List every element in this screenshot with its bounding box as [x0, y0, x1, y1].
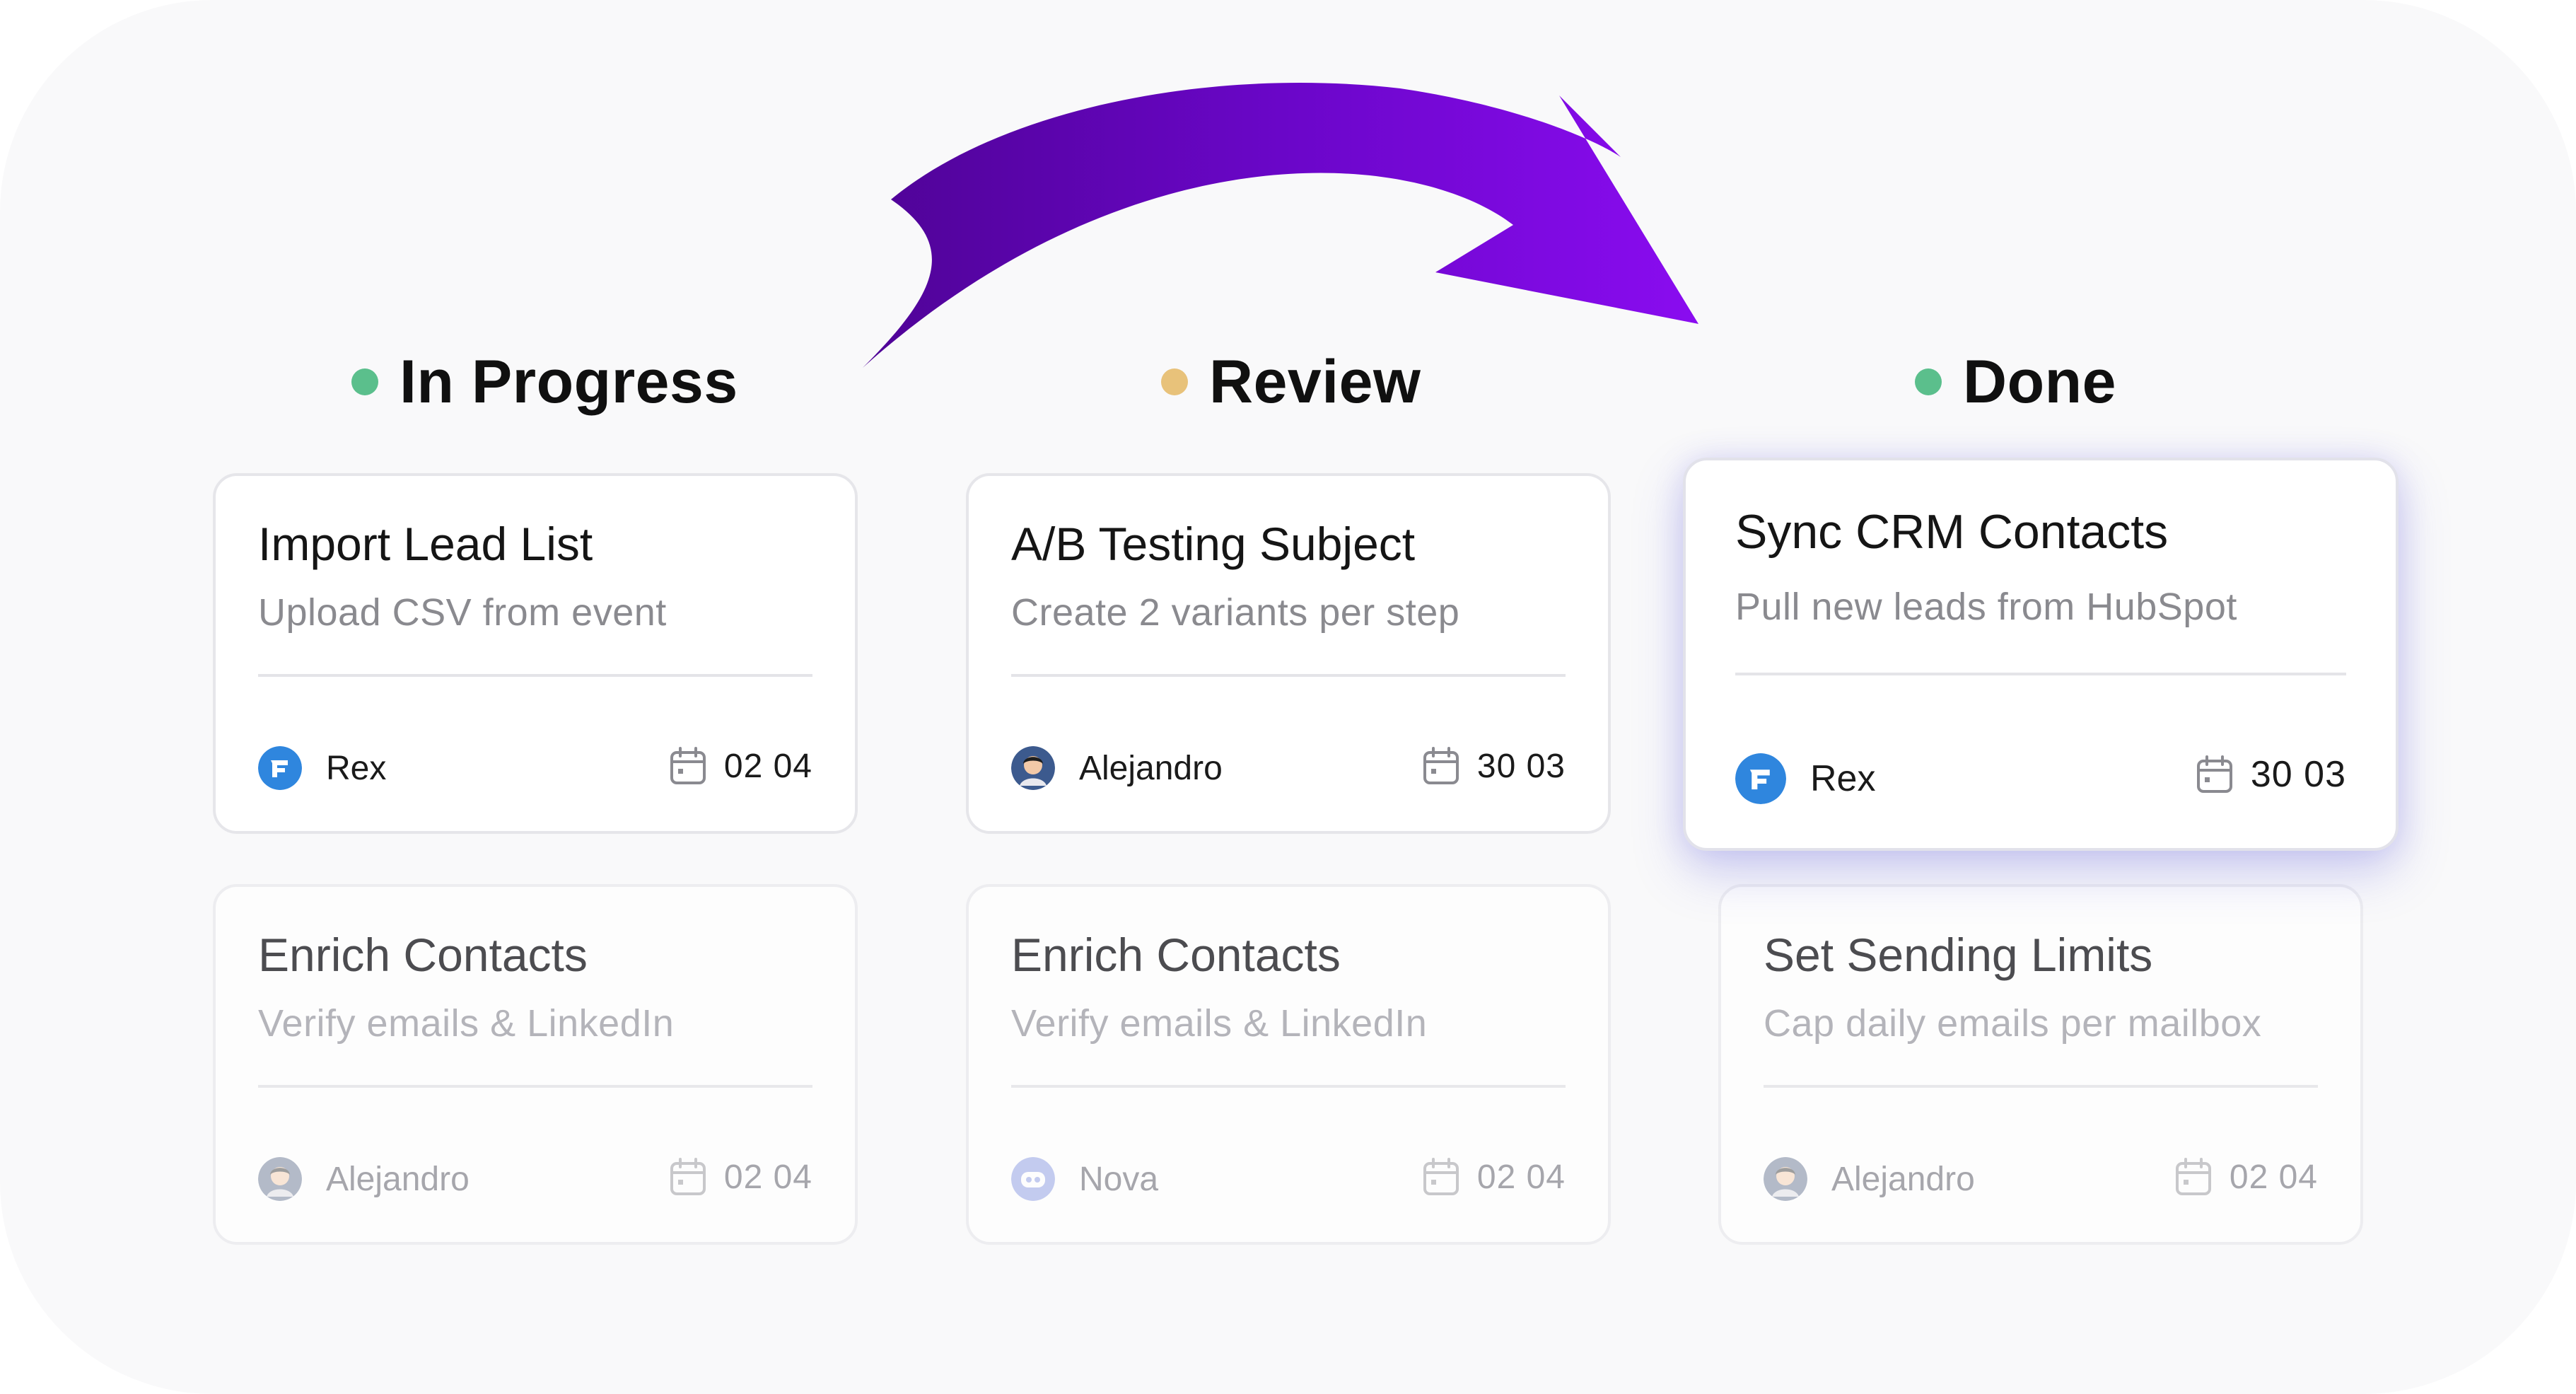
calendar-icon	[1423, 1158, 1459, 1195]
card-divider	[258, 674, 812, 677]
card-title: Import Lead List	[258, 518, 593, 570]
card-divider	[1011, 1085, 1566, 1088]
kanban-board: In Progress Review Done Import Lead List…	[0, 0, 2576, 1394]
card-due-date: 02 04	[2174, 1157, 2318, 1197]
column-header-done: Done	[1915, 339, 2116, 424]
card-due-date: 02 04	[1422, 1157, 1566, 1197]
assignee-name: Rex	[326, 749, 387, 787]
person-avatar-icon	[1764, 1157, 1807, 1201]
status-dot	[1915, 368, 1942, 395]
column-title: Done	[1963, 347, 2116, 416]
card-assignee[interactable]: Alejandro	[258, 1157, 470, 1201]
card-subtitle: Verify emails & LinkedIn	[1011, 1002, 1428, 1045]
card-subtitle: Pull new leads from HubSpot	[1735, 586, 2237, 628]
card-due-date: 30 03	[2196, 753, 2346, 796]
card-divider	[1011, 674, 1566, 677]
card-subtitle: Create 2 variants per step	[1011, 591, 1460, 634]
date-text: 02 04	[723, 1158, 812, 1196]
column-title: Review	[1209, 347, 1421, 416]
card-assignee[interactable]: Rex	[1735, 753, 1875, 804]
card-title: Enrich Contacts	[258, 929, 588, 981]
card-divider	[1735, 673, 2346, 675]
card-subtitle: Verify emails & LinkedIn	[258, 1002, 675, 1045]
card-assignee[interactable]: Alejandro	[1764, 1157, 1975, 1201]
nova-logo-icon	[1011, 1157, 1055, 1201]
assignee-name: Alejandro	[1831, 1160, 1975, 1198]
task-card[interactable]: Set Sending Limits Cap daily emails per …	[1718, 884, 2363, 1245]
task-card[interactable]: Enrich Contacts Verify emails & LinkedIn…	[966, 884, 1611, 1245]
column-title: In Progress	[400, 347, 738, 416]
card-assignee[interactable]: Rex	[258, 746, 386, 790]
status-dot	[351, 368, 378, 395]
person-avatar-icon	[1011, 746, 1055, 790]
card-divider	[258, 1085, 812, 1088]
card-divider	[1764, 1085, 2318, 1088]
status-dot	[1161, 368, 1188, 395]
card-due-date: 02 04	[669, 1157, 812, 1197]
assignee-name: Alejandro	[326, 1160, 470, 1198]
assignee-name: Rex	[1810, 758, 1876, 799]
card-due-date: 30 03	[1422, 746, 1566, 786]
date-text: 02 04	[1476, 1158, 1566, 1196]
person-avatar-icon	[258, 1157, 302, 1201]
card-title: Set Sending Limits	[1764, 929, 2153, 981]
date-text: 30 03	[1476, 747, 1566, 785]
task-card[interactable]: A/B Testing Subject Create 2 variants pe…	[966, 473, 1611, 834]
card-subtitle: Cap daily emails per mailbox	[1764, 1002, 2262, 1045]
rex-logo-icon	[258, 746, 302, 790]
assignee-name: Nova	[1079, 1160, 1159, 1198]
card-subtitle: Upload CSV from event	[258, 591, 667, 634]
column-header-in-progress: In Progress	[351, 339, 738, 424]
assignee-name: Alejandro	[1079, 749, 1223, 787]
date-text: 30 03	[2250, 754, 2346, 795]
card-assignee[interactable]: Nova	[1011, 1157, 1158, 1201]
task-card[interactable]: Import Lead List Upload CSV from event R…	[213, 473, 858, 834]
task-card[interactable]: Enrich Contacts Verify emails & LinkedIn…	[213, 884, 858, 1245]
calendar-icon	[1423, 747, 1459, 784]
card-title: Sync CRM Contacts	[1735, 505, 2169, 559]
calendar-icon	[2196, 755, 2232, 793]
rex-logo-icon	[1735, 753, 1786, 804]
calendar-icon	[2175, 1158, 2211, 1195]
calendar-icon	[670, 1158, 706, 1195]
card-title: A/B Testing Subject	[1011, 518, 1416, 570]
task-card-dragging[interactable]: Sync CRM Contacts Pull new leads from Hu…	[1683, 458, 2399, 851]
card-due-date: 02 04	[669, 746, 812, 786]
date-text: 02 04	[2229, 1158, 2318, 1196]
card-title: Enrich Contacts	[1011, 929, 1341, 981]
card-assignee[interactable]: Alejandro	[1011, 746, 1223, 790]
calendar-icon	[670, 747, 706, 784]
date-text: 02 04	[723, 747, 812, 785]
column-header-review: Review	[1161, 339, 1421, 424]
